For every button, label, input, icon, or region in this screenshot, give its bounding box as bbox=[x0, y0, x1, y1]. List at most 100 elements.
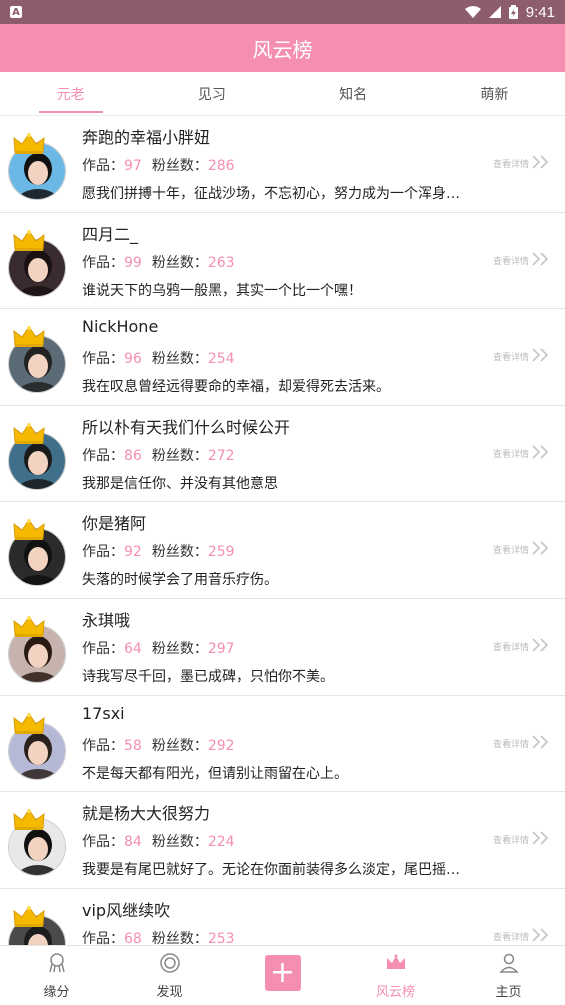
view-detail-label: 查看详情 bbox=[492, 932, 529, 943]
user-row[interactable]: 你是猪阿 作品：92 粉丝数：259 失落的时候学会了用音乐疗伤。 查看详情 bbox=[0, 502, 565, 599]
user-row[interactable]: 四月二_ 作品：99 粉丝数：263 谁说天下的乌鸦一般黑，其实一个比一个嘿！ 查看详情 bbox=[0, 213, 565, 310]
user-row[interactable]: 17sxi 作品：58 粉丝数：292 不是每天都有阳光，但请别让雨留在心上。 查看详情 bbox=[0, 696, 565, 793]
view-detail-label: 查看详情 bbox=[492, 449, 529, 460]
fans-label: 粉丝数： bbox=[151, 254, 208, 271]
avatar-wrap bbox=[8, 615, 68, 685]
fans-count: 297 bbox=[207, 640, 235, 657]
double-chevron-icon bbox=[531, 347, 551, 366]
nav-person[interactable]: 主页 bbox=[452, 946, 565, 1005]
avatar-wrap bbox=[8, 422, 68, 492]
avatar-wrap bbox=[8, 808, 68, 878]
works-label: 作品： bbox=[82, 834, 124, 851]
double-chevron-icon bbox=[531, 540, 551, 559]
works-count: 64 bbox=[124, 640, 142, 657]
user-name: 奔跑的幸福小胖妞 bbox=[82, 128, 211, 147]
crown-icon bbox=[12, 905, 46, 929]
fans-label: 粉丝数： bbox=[151, 834, 208, 851]
view-detail-label: 查看详情 bbox=[492, 546, 529, 557]
fans-count: 286 bbox=[207, 158, 235, 174]
tab-0[interactable]: 元老 bbox=[0, 72, 141, 115]
user-stats: 作品：99 粉丝数：263 bbox=[82, 252, 245, 272]
nav-fate[interactable]: 缘分 bbox=[0, 946, 113, 1005]
works-count: 86 bbox=[124, 447, 142, 464]
user-name: vip风继续吹 bbox=[82, 900, 171, 920]
user-row[interactable]: vip风继续吹作品：68 粉丝数：253 查看详情 bbox=[0, 889, 565, 945]
user-name: 所以朴有天我们什么时候公开 bbox=[82, 417, 291, 437]
view-detail-link[interactable]: 查看详情 bbox=[493, 830, 551, 849]
crown-icon bbox=[12, 518, 46, 542]
ranking-list: 奔跑的幸福小胖妞 作品：97 粉丝数：286 愿我们拼搏十年，征战沙场，不忘初心，努力… bbox=[0, 116, 565, 945]
user-motto: 谁说天下的乌鸦一般黑，其实一个比一个嘿！ bbox=[82, 282, 362, 299]
user-name: 四月二_ bbox=[82, 224, 139, 244]
nav-label: 缘分 bbox=[43, 984, 70, 1000]
works-count: 84 bbox=[124, 834, 142, 851]
fans-count: 272 bbox=[207, 447, 235, 464]
user-row[interactable]: 奔跑的幸福小胖妞 作品：97 粉丝数：286 愿我们拼搏十年，征战沙场，不忘初心，努力… bbox=[0, 116, 565, 213]
user-stats: 作品：86 粉丝数：272 bbox=[82, 445, 245, 465]
nav-plus[interactable]: + bbox=[226, 946, 339, 1005]
user-name: 就是杨大大很努力 bbox=[82, 804, 211, 824]
double-chevron-icon bbox=[531, 444, 551, 463]
fate-icon bbox=[46, 952, 68, 978]
user-motto: 我在叹息曾经远得要命的幸福，却爱得死去活来。 bbox=[82, 379, 390, 396]
user-stats: 作品：58 粉丝数：292 bbox=[82, 735, 245, 755]
app-screen: A 9:41 风云榜 元老 见习 知名 萌新 奔跑的幸福小胖妞 作品：97 粉丝数：286… bbox=[0, 0, 565, 1005]
user-motto: 我要是有尾巴就好了。无论在你面前装得多么淡定，尾巴摇… bbox=[82, 862, 460, 879]
user-row[interactable]: NickHone 作品：96 粉丝数：254 我在叹息曾经远得要命的幸福，却爱得死去活… bbox=[0, 309, 565, 406]
view-detail-label: 查看详情 bbox=[492, 353, 529, 364]
crown-icon bbox=[12, 132, 46, 156]
nav-label: 风云榜 bbox=[375, 984, 415, 1000]
wifi-icon bbox=[464, 6, 481, 18]
fans-count: 259 bbox=[207, 544, 235, 561]
tab-bar: 元老 见习 知名 萌新 bbox=[0, 72, 565, 116]
works-label: 作品： bbox=[82, 544, 124, 561]
view-detail-link[interactable]: 查看详情 bbox=[493, 444, 551, 463]
view-detail-link[interactable]: 查看详情 bbox=[493, 347, 551, 366]
tab-2[interactable]: 知名 bbox=[283, 72, 424, 115]
user-name: 永琪哦 bbox=[82, 610, 131, 630]
user-stats: 作品：96 粉丝数：254 bbox=[82, 348, 245, 368]
user-stats: 作品：92 粉丝数：259 bbox=[82, 541, 245, 561]
nav-label: 主页 bbox=[495, 984, 522, 1000]
view-detail-link[interactable]: 查看详情 bbox=[493, 251, 551, 270]
user-stats: 作品：68 粉丝数：253 bbox=[82, 928, 245, 945]
fans-label: 粉丝数： bbox=[151, 640, 208, 657]
fans-count: 263 bbox=[207, 254, 235, 271]
fans-label: 粉丝数： bbox=[151, 158, 208, 174]
view-detail-label: 查看详情 bbox=[492, 836, 529, 847]
view-detail-link[interactable]: 查看详情 bbox=[493, 927, 551, 945]
works-label: 作品： bbox=[82, 351, 124, 368]
clock: 9:41 bbox=[525, 3, 555, 21]
user-name: 17sxi bbox=[82, 703, 125, 723]
view-detail-link[interactable]: 查看详情 bbox=[493, 637, 551, 656]
view-detail-link[interactable]: 查看详情 bbox=[493, 734, 551, 753]
fans-count: 224 bbox=[207, 834, 235, 851]
view-detail-link[interactable]: 查看详情 bbox=[493, 540, 551, 559]
works-count: 97 bbox=[124, 158, 142, 174]
nav-label: 发现 bbox=[156, 984, 183, 1000]
user-name: 你是猪阿 bbox=[82, 514, 147, 534]
double-chevron-icon bbox=[531, 637, 551, 656]
tab-3[interactable]: 萌新 bbox=[424, 72, 565, 115]
nav-discover[interactable]: 发现 bbox=[113, 946, 226, 1005]
plus-icon[interactable]: + bbox=[264, 954, 301, 991]
user-row[interactable]: 就是杨大大很努力 作品：84 粉丝数：224 我要是有尾巴就好了。无论在你面前装得多么… bbox=[0, 792, 565, 889]
works-count: 92 bbox=[124, 544, 142, 561]
user-row[interactable]: 永琪哦作品：64 粉丝数：297 诗我写尽千回，墨已成碑，只怕你不美。 查看详情 bbox=[0, 599, 565, 696]
view-detail-link[interactable]: 查看详情 bbox=[493, 154, 551, 173]
user-row[interactable]: 所以朴有天我们什么时候公开 作品：86 粉丝数：272 我那是信任你、并没有其他意思 查… bbox=[0, 406, 565, 503]
user-motto: 不是每天都有阳光，但请别让雨留在心上。 bbox=[82, 765, 348, 782]
user-motto: 诗我写尽千回，墨已成碑，只怕你不美。 bbox=[82, 668, 334, 685]
user-motto: 我那是信任你、并没有其他意思 bbox=[82, 475, 278, 492]
status-bar: A 9:41 bbox=[0, 0, 565, 24]
tab-1[interactable]: 见习 bbox=[141, 72, 282, 115]
works-label: 作品： bbox=[82, 640, 124, 657]
view-detail-label: 查看详情 bbox=[492, 642, 529, 653]
nav-crown[interactable]: 风云榜 bbox=[339, 946, 452, 1005]
works-count: 96 bbox=[124, 351, 142, 368]
crown-icon bbox=[12, 712, 46, 736]
double-chevron-icon bbox=[531, 830, 551, 849]
fans-count: 254 bbox=[207, 351, 235, 368]
view-detail-label: 查看详情 bbox=[492, 160, 529, 170]
crown-icon bbox=[385, 952, 407, 978]
